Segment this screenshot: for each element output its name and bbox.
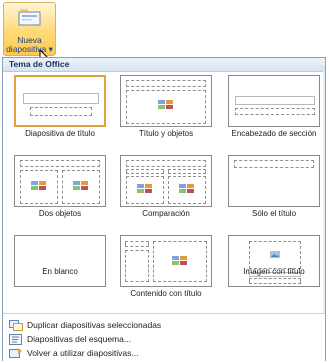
layout-tile-blank[interactable]: En blanco (14, 235, 106, 317)
title-placeholder (20, 160, 100, 167)
layout-tile-title-slide[interactable]: Diapositiva de título (14, 75, 106, 157)
content-icons-icon (137, 184, 152, 193)
content-icons-icon (73, 181, 88, 190)
layout-tile-title-only[interactable]: Sólo el título (228, 155, 320, 237)
subtitle-placeholder (30, 107, 92, 116)
layout-tile-content-with-caption[interactable]: Contenido con título (120, 235, 212, 317)
gallery-section-header: Tema de Office (3, 58, 325, 72)
layout-thumbnail (14, 235, 106, 287)
layout-label: Contenido con título (130, 289, 202, 298)
title-placeholder (23, 93, 99, 104)
layout-tile-comparison[interactable]: Comparación (120, 155, 212, 237)
text-placeholder (235, 108, 315, 115)
title-placeholder (126, 80, 206, 87)
layout-label: Sólo el título (251, 209, 297, 218)
content-icons-icon (158, 100, 173, 109)
layout-thumbnail (14, 155, 106, 207)
outline-slides-icon (9, 334, 22, 345)
layout-thumbnail (228, 75, 320, 127)
menu-item-label: Diapositivas del esquema... (27, 334, 131, 344)
layout-thumbnail (120, 235, 212, 287)
layout-gallery-dropdown: Tema de Office Diapositiva de título Tít… (2, 57, 326, 362)
layout-label: Diapositiva de título (25, 129, 95, 138)
menu-item-slides-from-outline[interactable]: Diapositivas del esquema... (3, 332, 325, 347)
section-title: Tema de Office (9, 59, 70, 69)
new-slide-menu: Duplicar diapositivas seleccionadas Diap… (3, 313, 325, 362)
heading-placeholder-left (126, 169, 164, 174)
layout-label: En blanco (42, 267, 78, 276)
caption-text-placeholder (125, 250, 149, 282)
layout-thumbnail (120, 75, 212, 127)
layout-thumbnail (228, 155, 320, 207)
content-icons-icon (172, 256, 187, 265)
layout-tile-title-and-content[interactable]: Título y objetos (120, 75, 212, 157)
layout-tile-picture-with-caption[interactable]: Imagen con título (228, 235, 320, 317)
gallery-edge (323, 71, 325, 313)
content-icons-icon (179, 184, 194, 193)
content-icons-icon (31, 181, 46, 190)
heading-placeholder-right (168, 169, 206, 174)
picture-icon (270, 251, 280, 258)
caption-title-placeholder (125, 241, 149, 247)
title-placeholder (126, 160, 206, 167)
layout-label: Imagen con título (243, 267, 305, 276)
menu-item-duplicate-slides[interactable]: Duplicar diapositivas seleccionadas (3, 318, 325, 333)
new-slide-button[interactable]: Nueva diapositiva ▾ (3, 2, 56, 56)
layout-tile-two-content[interactable]: Dos objetos (14, 155, 106, 237)
duplicate-slides-icon (9, 320, 23, 331)
reuse-slides-icon (9, 348, 22, 358)
menu-item-label: Volver a utilizar diapositivas... (27, 348, 139, 358)
layout-label: Dos objetos (38, 209, 82, 218)
title-placeholder (234, 160, 314, 168)
caption-text-placeholder (249, 278, 301, 284)
layout-thumbnail (120, 155, 212, 207)
title-placeholder (235, 96, 315, 105)
menu-item-label: Duplicar diapositivas seleccionadas (27, 320, 162, 330)
layout-label: Encabezado de sección (231, 129, 317, 138)
layout-label: Título y objetos (138, 129, 194, 138)
menu-item-reuse-slides[interactable]: Volver a utilizar diapositivas... (3, 346, 325, 361)
layout-thumbnail (14, 75, 106, 127)
layout-thumbnail (228, 235, 320, 287)
new-slide-icon (18, 9, 41, 26)
layout-tile-section-header[interactable]: Encabezado de sección (228, 75, 320, 157)
layout-label: Comparación (142, 209, 190, 218)
